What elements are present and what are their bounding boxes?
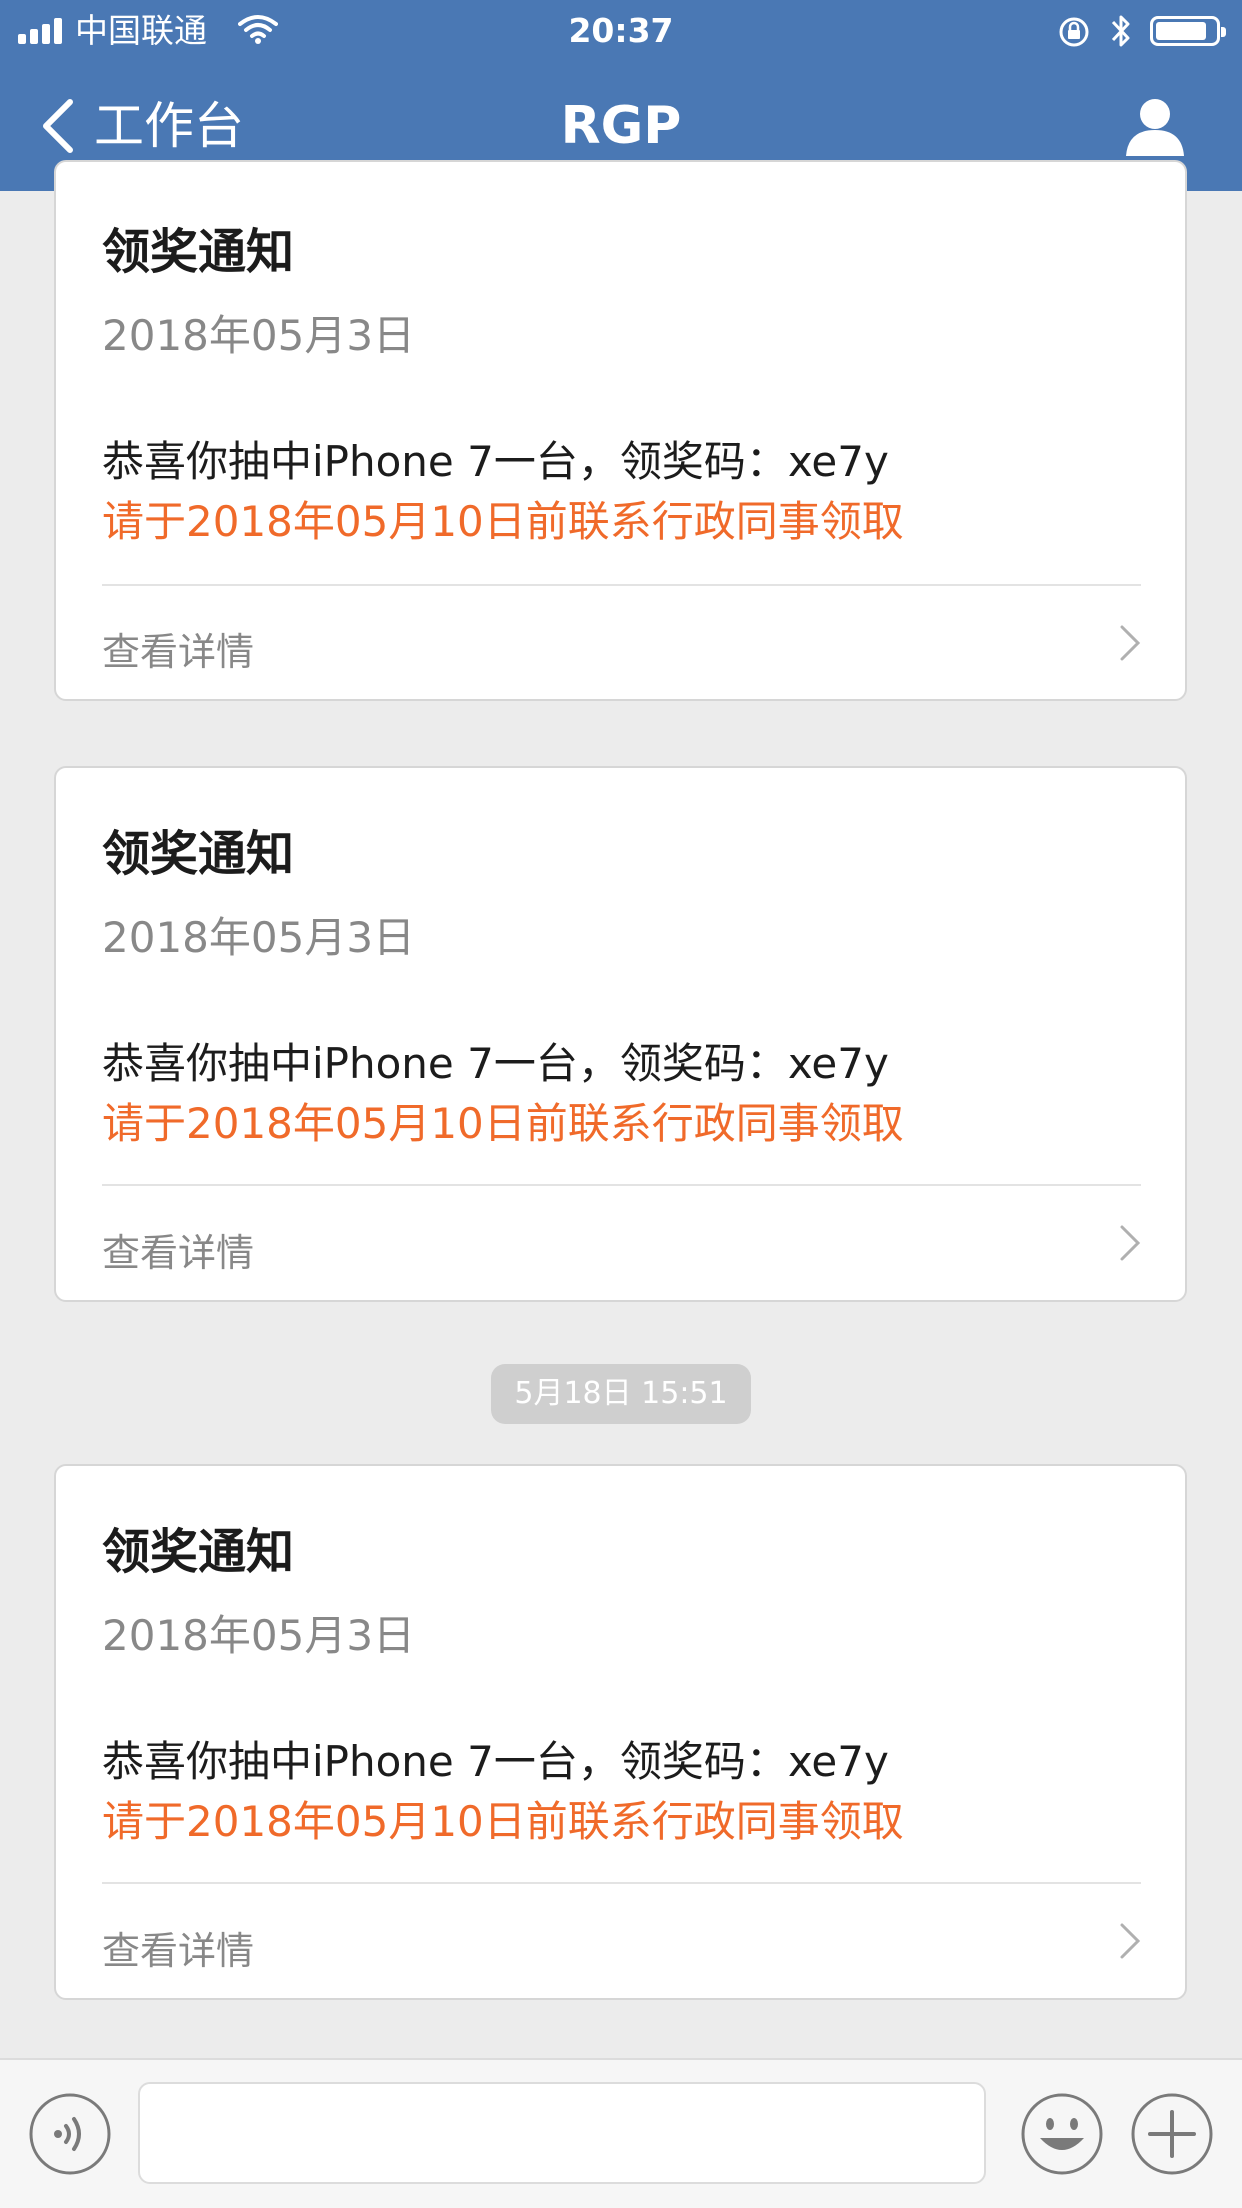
- message-input[interactable]: [138, 2082, 986, 2184]
- card-message: 恭喜你抽中iPhone 7一台，领奖码：xe7y: [102, 437, 889, 486]
- card-message: 恭喜你抽中iPhone 7一台，领奖码：xe7y: [102, 1737, 889, 1786]
- bluetooth-icon: [1111, 15, 1130, 47]
- card-divider: [102, 584, 1141, 586]
- emoji-icon[interactable]: [1020, 2092, 1104, 2176]
- chevron-right-icon[interactable]: [1119, 624, 1141, 662]
- status-bar: 中国联通 20:37: [0, 0, 1242, 62]
- card-deadline: 请于2018年05月10日前联系行政同事领取: [102, 497, 904, 546]
- rotation-lock-icon: [1059, 17, 1089, 47]
- input-bar: [0, 2058, 1242, 2208]
- user-icon[interactable]: [1122, 96, 1188, 158]
- card-date: 2018年05月3日: [102, 913, 416, 962]
- card-date: 2018年05月3日: [102, 1611, 416, 1660]
- timestamp-pill: 5月18日 15:51: [491, 1364, 751, 1424]
- chevron-right-icon[interactable]: [1119, 1224, 1141, 1262]
- view-details-link[interactable]: 查看详情: [102, 1222, 254, 1277]
- notification-card: 领奖通知 2018年05月3日 恭喜你抽中iPhone 7一台，领奖码：xe7y…: [54, 1464, 1187, 2000]
- card-divider: [102, 1882, 1141, 1884]
- card-title: 领奖通知: [102, 826, 295, 882]
- view-details-link[interactable]: 查看详情: [102, 621, 254, 676]
- card-deadline: 请于2018年05月10日前联系行政同事领取: [102, 1099, 904, 1148]
- voice-icon[interactable]: [28, 2092, 112, 2176]
- card-divider: [102, 1184, 1141, 1186]
- card-title: 领奖通知: [102, 224, 295, 280]
- plus-icon[interactable]: [1130, 2092, 1214, 2176]
- card-message: 恭喜你抽中iPhone 7一台，领奖码：xe7y: [102, 1039, 889, 1088]
- view-details-link[interactable]: 查看详情: [102, 1920, 254, 1975]
- card-title: 领奖通知: [102, 1524, 295, 1580]
- battery-icon: [1150, 16, 1226, 46]
- notification-card: 领奖通知 2018年05月3日 恭喜你抽中iPhone 7一台，领奖码：xe7y…: [54, 160, 1187, 701]
- chevron-right-icon[interactable]: [1119, 1922, 1141, 1960]
- card-date: 2018年05月3日: [102, 311, 416, 360]
- status-time: 20:37: [568, 11, 674, 50]
- notification-card: 领奖通知 2018年05月3日 恭喜你抽中iPhone 7一台，领奖码：xe7y…: [54, 766, 1187, 1302]
- card-deadline: 请于2018年05月10日前联系行政同事领取: [102, 1797, 904, 1846]
